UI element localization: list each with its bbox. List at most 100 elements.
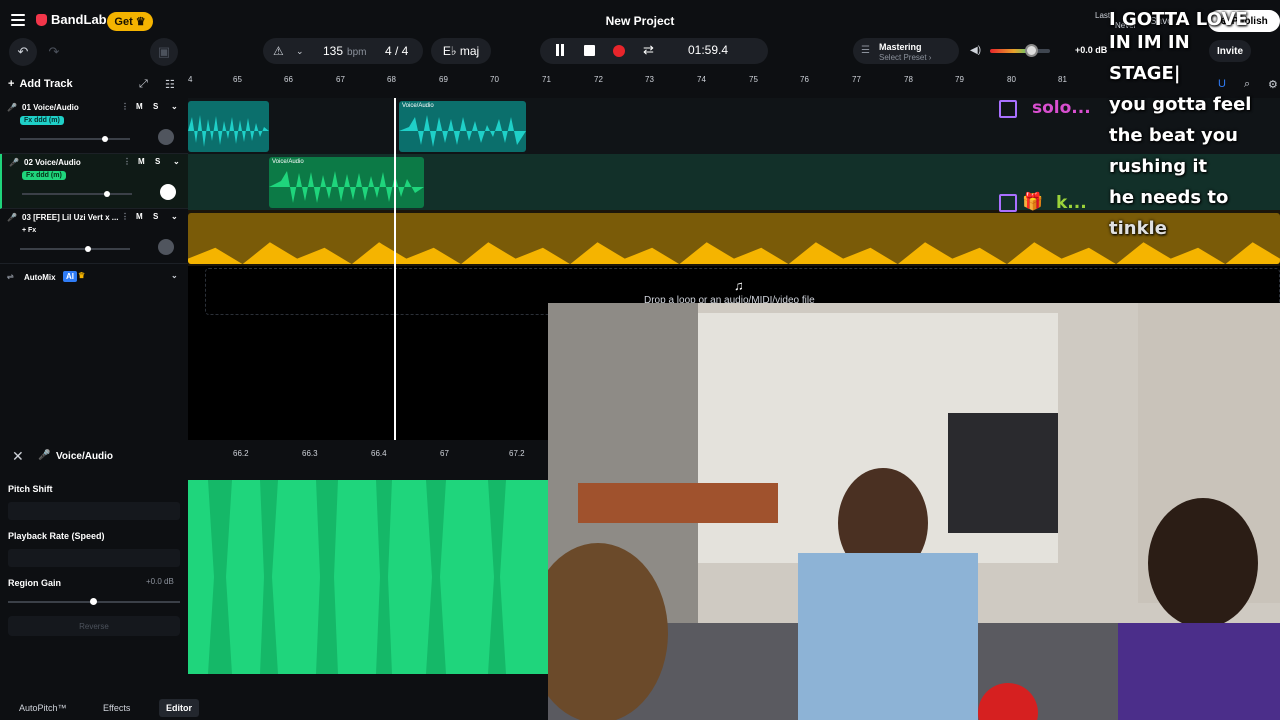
automix-row[interactable]: ⇌ AutoMix AI ♛ ⌄ (0, 265, 188, 291)
time-signature-field[interactable]: 4 / 4 (385, 44, 408, 58)
ai-badge: AI (63, 271, 77, 282)
solo-button[interactable]: S (155, 157, 160, 166)
master-volume-slider[interactable] (990, 49, 1050, 53)
mute-button[interactable]: M (136, 212, 143, 221)
chevron-down-icon[interactable]: ⌄ (171, 102, 178, 111)
bar-number: 71 (542, 75, 551, 84)
bar-number: 81 (1058, 75, 1067, 84)
plus-icon: + (8, 78, 15, 90)
editor-ruler-label: 67 (440, 449, 449, 458)
master-volume-value: +0.0 dB (1075, 45, 1108, 55)
editor-waveform[interactable] (188, 480, 548, 674)
bandlab-logo-icon (36, 13, 47, 26)
track-volume-handle[interactable] (103, 191, 110, 197)
more-icon[interactable]: ⋮ (121, 212, 129, 221)
bar-number: 4 (188, 75, 193, 84)
track-effects-chip[interactable]: Fx ddd (m) (22, 171, 66, 180)
track-header-2[interactable]: 🎤 02 Voice/Audio Fx ddd (m) ⋮ M S ⌄ (0, 154, 188, 209)
audio-region[interactable]: Voice/Audio (399, 101, 526, 152)
pan-knob[interactable] (160, 184, 176, 200)
solo-button[interactable]: S (153, 102, 158, 111)
pan-knob[interactable] (158, 129, 174, 145)
metronome-icon[interactable]: ⚠ (273, 44, 284, 58)
editor-title: Voice/Audio (56, 451, 114, 462)
bandlab-logo[interactable]: BandLab (36, 12, 107, 27)
chevron-down-icon[interactable]: ⌄ (171, 212, 178, 221)
tab-editor[interactable]: Editor (159, 699, 199, 717)
add-track-button[interactable]: + Add Track (8, 78, 73, 90)
mastering-selector[interactable]: ☰ Mastering Select Preset › (853, 38, 959, 64)
tab-effects[interactable]: Effects (96, 699, 137, 717)
bar-number: 75 (749, 75, 758, 84)
sliders-icon: ☰ (861, 45, 870, 56)
solo-button[interactable]: S (153, 212, 158, 221)
mute-button[interactable]: M (136, 102, 143, 111)
redo-icon: ↷ (48, 44, 60, 59)
track-volume-slider[interactable] (20, 248, 130, 250)
bar-number: 79 (955, 75, 964, 84)
get-membership-button[interactable]: Get ♛ (107, 12, 153, 31)
track-header-3[interactable]: 🎤 03 [FREE] Lil Uzi Vert x ... + Fx ⋮ M … (0, 209, 188, 264)
playback-rate-stepper[interactable] (8, 549, 180, 567)
twitch-icon (999, 194, 1017, 212)
chevron-down-icon[interactable]: ⌄ (173, 157, 180, 166)
pause-icon[interactable] (555, 44, 565, 57)
redo-button[interactable]: ↷ (40, 38, 68, 66)
automation-icon[interactable]: ⤢ (139, 78, 148, 91)
close-icon[interactable]: ✕ (12, 448, 24, 465)
chat-message-line: you gotta feel (1109, 94, 1252, 115)
chat-message-line: tinkle (1109, 218, 1167, 239)
loop-icon[interactable]: ⇄ (643, 42, 654, 58)
audio-region[interactable] (188, 101, 269, 152)
track-volume-slider[interactable] (20, 138, 130, 140)
key-selector[interactable]: E♭ maj (431, 38, 491, 64)
track-effects-chip[interactable]: Fx ddd (m) (20, 116, 64, 125)
region-gain-value: +0.0 dB (146, 577, 174, 586)
hamburger-menu-icon[interactable] (11, 14, 25, 26)
settings-sliders-icon[interactable]: ☷ (165, 78, 175, 91)
webcam-video (548, 303, 1280, 720)
bar-number: 66 (284, 75, 293, 84)
music-note-add-icon: ♫ (734, 278, 744, 293)
speaker-icon[interactable]: ◀) (970, 45, 981, 56)
track-header-1[interactable]: 🎤 01 Voice/Audio Fx ddd (m) ⋮ M S ⌄ (0, 99, 188, 154)
chevron-down-icon[interactable]: ⌄ (296, 46, 304, 57)
pan-knob[interactable] (158, 239, 174, 255)
tab-autopitch[interactable]: AutoPitch™ (12, 699, 74, 717)
undo-button[interactable]: ↶ (9, 38, 37, 66)
bar-number: 69 (439, 75, 448, 84)
chevron-down-icon[interactable]: ⌄ (171, 271, 178, 280)
master-volume-knob[interactable] (1025, 44, 1038, 57)
bar-number: 78 (904, 75, 913, 84)
undo-icon: ↶ (17, 44, 29, 59)
add-effects-button[interactable]: + Fx (20, 226, 40, 235)
pitch-shift-stepper[interactable] (8, 502, 180, 520)
chat-message-line: STAGE| (1109, 63, 1181, 84)
record-icon[interactable] (613, 45, 625, 57)
bar-number: 76 (800, 75, 809, 84)
chat-message-line: rushing it (1109, 156, 1208, 177)
editor-ruler-label: 66.4 (371, 449, 387, 458)
more-icon[interactable]: ⋮ (123, 157, 131, 166)
audio-region[interactable]: Voice/Audio (269, 157, 424, 208)
twitch-icon (999, 100, 1017, 118)
waveform (269, 171, 424, 203)
bar-number: 73 (645, 75, 654, 84)
stop-icon[interactable] (584, 45, 595, 56)
crown-icon: ♛ (135, 16, 146, 28)
track-volume-slider[interactable] (22, 193, 132, 195)
reverse-button[interactable]: Reverse (8, 616, 180, 636)
region-gain-handle[interactable] (90, 598, 97, 605)
tempo-field[interactable]: 135 bpm (323, 44, 366, 58)
mute-button[interactable]: M (138, 157, 145, 166)
track-volume-handle[interactable] (85, 246, 92, 252)
track-volume-handle[interactable] (101, 136, 108, 142)
playhead[interactable] (394, 98, 396, 440)
more-icon[interactable]: ⋮ (121, 102, 129, 111)
editor-tabs: AutoPitch™ Effects Editor (0, 696, 548, 720)
bar-number: 77 (852, 75, 861, 84)
last-saved-label: Last (1095, 11, 1111, 20)
transport-controls: ⇄ 01:59.4 (540, 38, 768, 64)
mixer-button[interactable]: ▣ (150, 38, 178, 66)
chat-message-line: the beat you (1109, 125, 1238, 146)
